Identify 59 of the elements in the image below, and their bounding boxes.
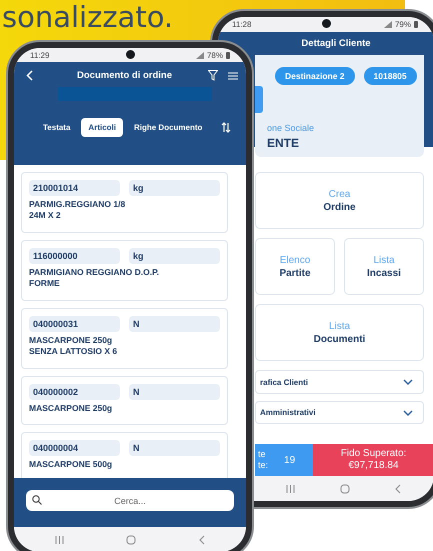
home-icon	[126, 534, 136, 544]
article-unit: kg	[129, 248, 220, 264]
section-row[interactable]: Amministrativi	[255, 401, 424, 424]
banner-count: 19	[284, 454, 296, 466]
status-time: 11:28	[232, 20, 252, 29]
field-label: one Sociale	[266, 123, 316, 133]
article-card[interactable]: 116000000 kg PARMIGIANO REGGIANO D.O.P. FORME	[21, 240, 228, 301]
article-card[interactable]: 040000031 N MASCARPONE 250g SENZA LATTOSIO X 6	[21, 308, 228, 369]
article-unit: N	[129, 384, 220, 400]
action-button[interactable]	[255, 86, 263, 113]
action-card[interactable]: Elenco Partite	[255, 238, 335, 295]
article-code: 040000002	[29, 384, 120, 400]
back-icon	[395, 484, 402, 494]
status-time: 11:29	[30, 50, 50, 60]
signal-icon	[384, 21, 392, 28]
article-name: PARMIG.REGGIANO 1/8 24M X 2	[29, 199, 126, 220]
recent-apps-icon	[286, 484, 295, 492]
article-unit: kg	[129, 180, 220, 196]
battery-level: 79%	[394, 20, 411, 29]
article-name: MASCARPONE 500g	[29, 459, 114, 470]
recent-apps-icon	[55, 536, 64, 544]
battery-icon	[414, 21, 418, 28]
article-code: 040000031	[29, 316, 120, 332]
article-code: 116000000	[29, 248, 120, 264]
action-card[interactable]: Lista Incassi	[344, 238, 424, 295]
signal-icon	[196, 52, 204, 58]
menu-icon	[228, 72, 238, 80]
action-card[interactable]: Crea Ordine	[255, 172, 424, 229]
headline: sonalizzato.	[2, 1, 174, 34]
section-row[interactable]: rafica Clienti	[255, 370, 424, 394]
article-card[interactable]: 040000002 N MASCARPONE 250g	[21, 376, 228, 425]
battery-icon	[226, 52, 230, 58]
article-unit: N	[129, 440, 220, 456]
back-icon	[26, 70, 33, 81]
article-name: MASCARPONE 250g SENZA LATTOSIO X 6	[29, 335, 118, 356]
alert-banner: Fido Superato: €97,718.84	[313, 444, 433, 476]
banner-label: te te:	[258, 449, 268, 471]
home-icon	[340, 484, 350, 494]
tab[interactable]: Testata	[36, 118, 78, 137]
back-icon	[198, 534, 205, 544]
search-icon	[32, 495, 42, 505]
article-card[interactable]: 210001014 kg PARMIG.REGGIANO 1/8 24M X 2	[21, 172, 228, 233]
filter-icon	[208, 70, 218, 81]
camera-hole	[126, 50, 135, 59]
sort-icon	[221, 122, 232, 133]
action-card[interactable]: Lista Documenti	[255, 304, 424, 361]
screen-title: Documento di ordine	[76, 70, 173, 81]
battery-level: 78%	[206, 50, 223, 60]
article-name: PARMIGIANO REGGIANO D.O.P. FORME	[29, 267, 160, 288]
search-field[interactable]: Cerca...	[26, 490, 234, 511]
article-unit: N	[129, 316, 220, 332]
tab[interactable]: Righe Documento	[126, 118, 210, 137]
tab[interactable]: Articoli	[81, 118, 123, 137]
camera-hole	[322, 19, 331, 28]
article-name: MASCARPONE 250g	[29, 403, 114, 414]
article-code: 210001014	[29, 180, 120, 196]
article-code: 040000004	[29, 440, 120, 456]
screen-title: Dettagli Cliente	[300, 37, 372, 51]
field-value: ENTE	[266, 136, 300, 150]
